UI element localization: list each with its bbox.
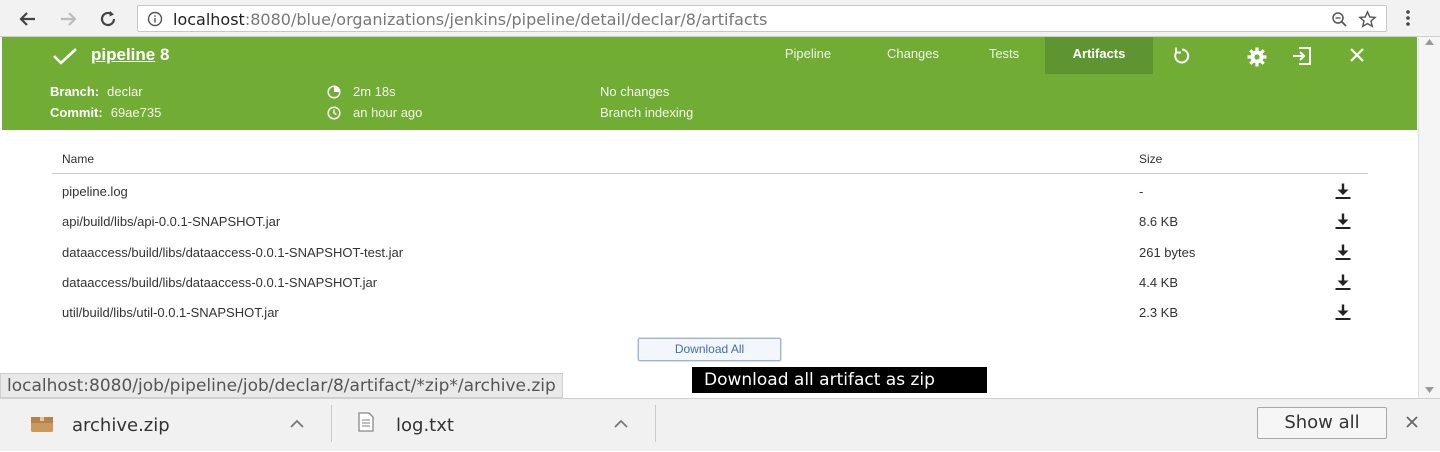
page-scrollbar[interactable]: [1418, 37, 1440, 398]
download-icon[interactable]: [1334, 273, 1352, 291]
shelf-divider: [655, 405, 656, 442]
commit-meta: Commit: 69ae735: [50, 105, 161, 120]
url-text: localhost:8080/blue/organizations/jenkin…: [173, 10, 767, 29]
run-header: pipeline 8 Pipeline Changes Tests Artifa…: [2, 37, 1417, 130]
branch-meta: Branch: declar: [50, 84, 143, 99]
success-check-icon: [52, 47, 78, 65]
chevron-up-icon[interactable]: [290, 419, 304, 428]
tab-changes[interactable]: Changes: [868, 37, 958, 74]
settings-gear-icon[interactable]: [1246, 46, 1268, 68]
artifact-name[interactable]: api/build/libs/api-0.0.1-SNAPSHOT.jar: [62, 214, 280, 229]
run-number: 8: [159, 45, 170, 64]
download-icon[interactable]: [1334, 303, 1352, 321]
column-header-name: Name: [62, 152, 95, 166]
close-icon[interactable]: [1348, 46, 1366, 64]
started-value: an hour ago: [353, 105, 423, 120]
download-icon[interactable]: [1334, 212, 1352, 230]
classic-view-icon[interactable]: [1291, 46, 1313, 66]
address-bar[interactable]: localhost:8080/blue/organizations/jenkin…: [137, 5, 1387, 32]
download-all-tooltip: Download all artifact as zip: [692, 367, 987, 393]
artifact-name[interactable]: pipeline.log: [62, 184, 128, 199]
table-row: api/build/libs/api-0.0.1-SNAPSHOT.jar 8.…: [52, 207, 1368, 237]
text-file-icon: [358, 412, 374, 432]
url-path: :8080/blue/organizations/jenkins/pipelin…: [244, 10, 768, 29]
download-item-log[interactable]: log.txt: [332, 399, 655, 452]
run-header-top: pipeline 8 Pipeline Changes Tests Artifa…: [2, 37, 1417, 74]
download-item-name: archive.zip: [72, 415, 170, 436]
back-button[interactable]: [16, 7, 40, 31]
table-row: dataaccess/build/libs/dataaccess-0.0.1-S…: [52, 268, 1368, 298]
clock-icon: [327, 106, 341, 120]
tab-artifacts[interactable]: Artifacts: [1045, 37, 1153, 74]
scroll-up-arrow-icon[interactable]: [1425, 39, 1434, 45]
forward-button[interactable]: [56, 7, 80, 31]
table-row: pipeline.log -: [52, 177, 1368, 207]
artifact-size: 2.3 KB: [1139, 305, 1179, 320]
chevron-up-icon[interactable]: [614, 419, 628, 428]
table-row: util/build/libs/util-0.0.1-SNAPSHOT.jar …: [52, 298, 1368, 328]
commit-value: 69ae735: [110, 105, 162, 120]
tab-label: Tests: [988, 46, 1020, 61]
duration-icon: [327, 85, 341, 99]
reload-icon: [100, 11, 116, 27]
download-item-name: log.txt: [396, 415, 454, 436]
tab-pipeline[interactable]: Pipeline: [766, 37, 850, 74]
status-bar-url: localhost:8080/job/pipeline/job/declar/8…: [0, 373, 563, 398]
show-all-button[interactable]: Show all: [1257, 407, 1387, 439]
info-icon[interactable]: [147, 11, 163, 27]
download-all-button[interactable]: Download All: [638, 338, 781, 361]
artifact-size: -: [1139, 184, 1144, 199]
rerun-icon[interactable]: [1172, 46, 1192, 66]
url-host: localhost: [173, 10, 245, 29]
column-header-size: Size: [1139, 152, 1163, 166]
changes-value: No changes: [600, 84, 670, 99]
reload-button[interactable]: [96, 7, 120, 31]
arrow-left-icon: [19, 12, 35, 26]
artifact-name[interactable]: dataaccess/build/libs/dataaccess-0.0.1-S…: [62, 275, 377, 290]
download-item-archive[interactable]: archive.zip: [0, 399, 331, 452]
pipeline-link[interactable]: pipeline: [91, 45, 155, 64]
table-row: dataaccess/build/libs/dataaccess-0.0.1-S…: [52, 238, 1368, 268]
scroll-down-arrow-icon[interactable]: [1425, 387, 1434, 393]
branch-label: Branch:: [50, 84, 100, 99]
run-title: pipeline 8: [91, 45, 169, 65]
zoom-out-icon[interactable]: [1331, 11, 1348, 28]
download-shelf: archive.zip log.txt Show all: [0, 398, 1440, 451]
duration-value: 2m 18s: [353, 84, 396, 99]
arrow-right-icon: [61, 12, 77, 26]
close-shelf-icon[interactable]: [1404, 414, 1420, 430]
tab-label: Changes: [886, 46, 940, 61]
artifact-size: 4.4 KB: [1139, 275, 1179, 290]
browser-toolbar: localhost:8080/blue/organizations/jenkin…: [0, 0, 1440, 37]
tab-tests[interactable]: Tests: [972, 37, 1036, 74]
artifact-name[interactable]: util/build/libs/util-0.0.1-SNAPSHOT.jar: [62, 305, 279, 320]
branch-value: declar: [107, 84, 143, 99]
download-icon[interactable]: [1334, 243, 1352, 261]
commit-label: Commit:: [50, 105, 103, 120]
tab-label: Pipeline: [784, 46, 832, 61]
download-icon[interactable]: [1334, 182, 1352, 200]
browser-menu-icon[interactable]: [1404, 9, 1412, 27]
artifact-size: 261 bytes: [1139, 245, 1196, 260]
artifact-size: 8.6 KB: [1139, 214, 1179, 229]
tab-label: Artifacts: [1072, 46, 1126, 61]
artifact-name[interactable]: dataaccess/build/libs/dataaccess-0.0.1-S…: [62, 245, 403, 260]
header-divider: [52, 173, 1368, 174]
bookmark-star-icon[interactable]: [1358, 10, 1377, 29]
cause-value: Branch indexing: [600, 105, 694, 120]
zip-file-icon: [30, 414, 54, 434]
